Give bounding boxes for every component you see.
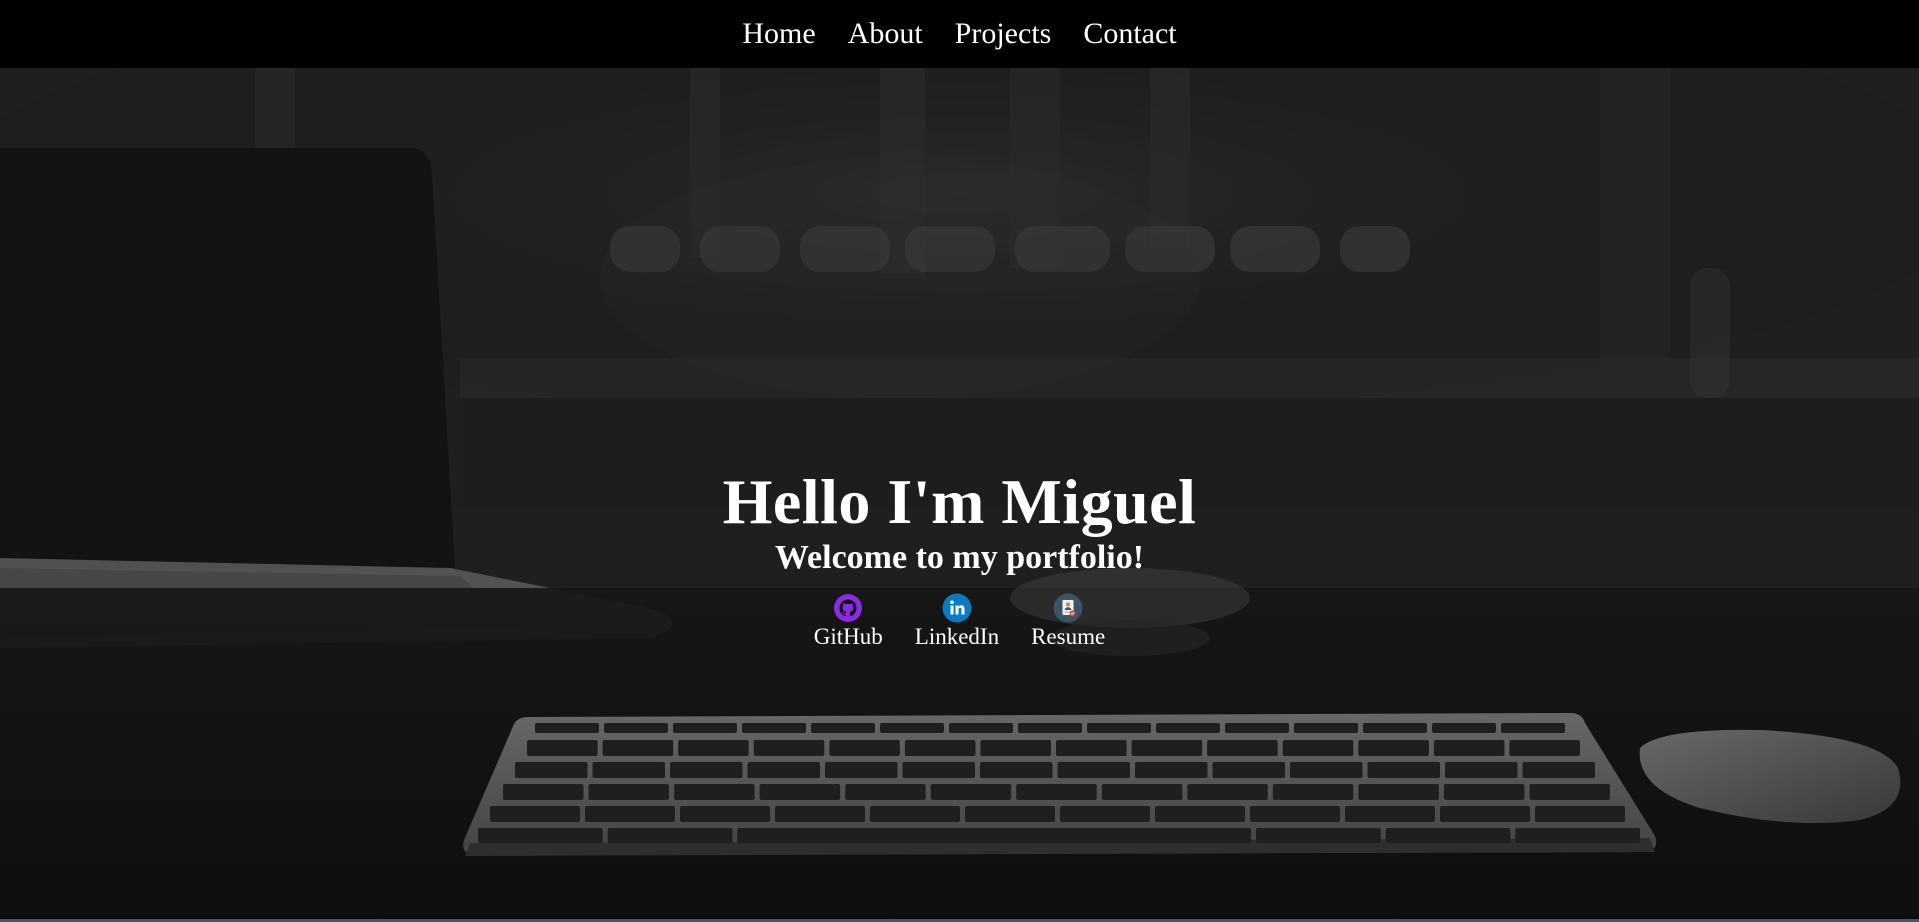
main-navbar: Home About Projects Contact <box>0 0 1919 68</box>
nav-link-home[interactable]: Home <box>742 19 815 49</box>
linkedin-icon <box>942 593 972 623</box>
resume-link[interactable]: Resume <box>1031 593 1105 649</box>
github-label: GitHub <box>813 623 883 649</box>
hero-title: Hello I'm Miguel <box>722 466 1197 537</box>
nav-link-projects[interactable]: Projects <box>955 19 1052 49</box>
linkedin-label: LinkedIn <box>914 623 1000 649</box>
social-links: GitHub LinkedIn Resume <box>814 593 1105 649</box>
github-link[interactable]: GitHub <box>814 593 883 649</box>
resume-label: Resume <box>1031 623 1106 649</box>
hero-subtitle: Welcome to my portfolio! <box>774 539 1145 577</box>
nav-link-contact[interactable]: Contact <box>1083 19 1176 49</box>
hero-content: Hello I'm Miguel Welcome to my portfolio… <box>0 468 1919 649</box>
linkedin-link[interactable]: LinkedIn <box>915 593 999 649</box>
nav-link-about[interactable]: About <box>848 19 923 49</box>
github-icon <box>834 593 863 622</box>
hero-section: Hello I'm Miguel Welcome to my portfolio… <box>0 68 1919 922</box>
resume-icon <box>1053 593 1083 623</box>
